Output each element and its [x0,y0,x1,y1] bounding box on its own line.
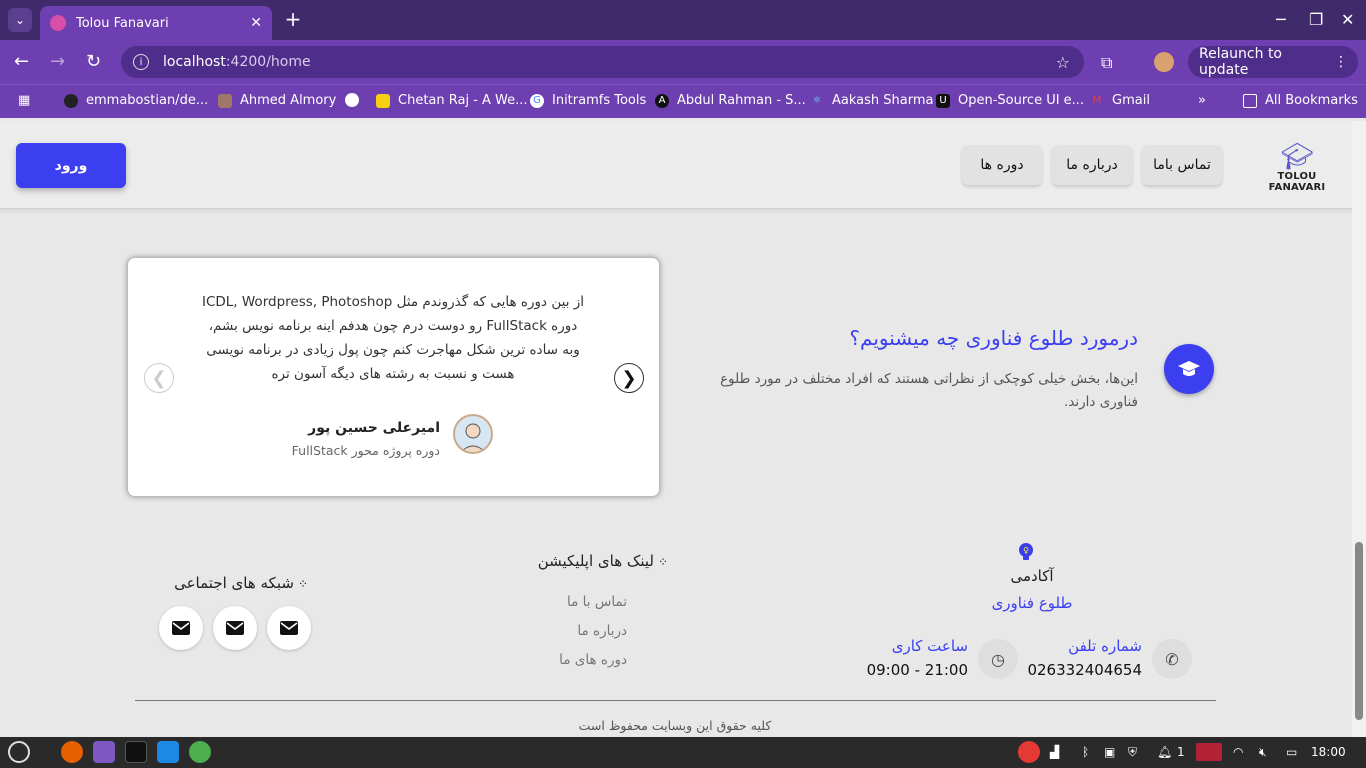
bluetooth-icon[interactable]: ᛒ [1082,745,1089,759]
phone-icon: ✆ [1152,639,1192,679]
email-icon[interactable] [213,606,257,650]
login-button[interactable]: ورود [16,143,126,188]
bookmarks-bar: ▦ emmabostian/de... Ahmed Almory Chetan … [0,84,1366,118]
carousel-next-button[interactable]: ❯ [614,363,644,393]
bookmark-item[interactable] [345,93,367,107]
keyboard-layout-flag-icon[interactable] [1196,743,1222,761]
footer-divider [135,700,1216,701]
site-header: ورود دوره ها درباره ما تماس باما 🎓︎ TOLO… [0,121,1352,209]
bookmark-item[interactable]: G Initramfs Tools [530,93,646,108]
browser-toolbar: ← → ↻ i localhost:4200/home ☆ ⧉ Relaunch… [0,40,1366,84]
testimonial-card: از بین دوره هایی که گذروندم مثل ICDL, Wo… [127,257,660,497]
tab-strip: ⌄ Tolou Fanavari ✕ + ─ ❐ ✕ [0,0,1366,40]
bookmark-item[interactable]: Ahmed Almory [218,93,336,108]
bookmark-item[interactable]: emmabostian/de... [64,93,208,108]
email-icon[interactable] [159,606,203,650]
os-taskbar: ▟ ᛒ ▣ ⛨ 🔔︎ 1 ◠ 🔇︎ ▭ 18:00 [0,737,1366,768]
profile-avatar[interactable] [1154,52,1174,72]
reload-icon[interactable]: ↻ [86,52,101,72]
minimize-icon[interactable]: ─ [1276,10,1286,29]
footer-link-contact[interactable]: تماس با ما [527,594,627,610]
signal-icon[interactable]: ▟ [1050,745,1059,759]
maximize-icon[interactable]: ❐ [1309,10,1323,29]
bookmark-item[interactable]: M Gmail [1090,93,1150,108]
bookmark-item[interactable]: U Open-Source UI e... [936,93,1084,108]
scrollbar-thumb[interactable] [1355,542,1363,720]
close-tab-icon[interactable]: ✕ [250,15,262,31]
back-icon[interactable]: ← [14,52,29,72]
vscode-icon[interactable] [157,741,179,763]
footer-link-courses[interactable]: دوره های ما [527,652,627,668]
academy-label: آکادمی [1010,567,1054,585]
chrome-icon[interactable] [189,741,211,763]
web-page: ورود دوره ها درباره ما تماس باما 🎓︎ TOLO… [0,121,1352,737]
new-tab-button[interactable]: + [282,8,304,30]
nav-about[interactable]: درباره ما [1052,145,1132,185]
email-icon[interactable] [267,606,311,650]
relaunch-button[interactable]: Relaunch to update ⋮ [1188,46,1358,78]
clipboard-icon[interactable]: ▣ [1104,745,1115,759]
carousel-prev-button[interactable]: ❮ [144,363,174,393]
more-bookmarks-icon[interactable]: » [1198,93,1206,108]
clock-icon: ◷ [978,639,1018,679]
notification-icon[interactable]: 🔔︎ [1157,745,1172,759]
menu-dots-icon[interactable]: ⋮ [1334,54,1348,70]
hours-label: ساعت کاری [891,637,968,655]
notification-count: 1 [1177,745,1185,759]
all-bookmarks[interactable]: All Bookmarks [1243,93,1358,108]
address-bar[interactable]: i localhost:4200/home ☆ [121,46,1084,78]
shield-icon[interactable]: ⛨ [1128,745,1137,760]
links-title: ⁘لینک های اپلیکیشن [537,552,668,570]
firefox-icon[interactable] [61,741,83,763]
nav-courses[interactable]: دوره ها [962,145,1042,185]
hours-value: 09:00 - 21:00 [866,661,968,679]
relaunch-label: Relaunch to update [1199,46,1283,78]
mint-menu-icon[interactable] [8,741,30,763]
bookmark-item[interactable]: ⚛ Aakash Sharma [810,93,934,108]
dots-icon: ⁘ [657,555,668,569]
bookmark-item[interactable]: A Abdul Rahman - S... [655,93,806,108]
apps-grid-icon[interactable]: ▦ [18,93,30,108]
phone-value: 026332404654 [1027,661,1142,679]
lightbulb-icon: ♀ [1019,543,1033,560]
clock-text[interactable]: 18:00 [1311,745,1346,759]
url-path: :4200/home [225,54,311,70]
footer-link-about[interactable]: درباره ما [527,623,627,639]
social-title: ⁘شبکه های اجتماعی [174,574,308,592]
terminal-icon[interactable] [125,741,147,763]
testimonial-quote: از بین دوره هایی که گذروندم مثل ICDL, Wo… [201,294,585,382]
graduation-cap-icon: 🎓︎ [1280,142,1314,172]
copyright-text: کلیه حقوق این وبسایت محفوظ است [578,718,772,733]
dots-icon: ⁘ [297,577,308,591]
about-text: این‌ها، بخش خیلی کوچکی از نظراتی هستند ک… [720,371,1138,410]
chrome-tray-icon[interactable] [1018,741,1040,763]
site-info-icon[interactable]: i [133,54,149,70]
bookmark-star-icon[interactable]: ☆ [1056,53,1070,72]
tab-search-button[interactable]: ⌄ [8,8,32,32]
url-host: localhost [163,54,226,70]
graduation-cap-icon [1164,344,1214,394]
forward-icon[interactable]: → [50,52,65,72]
volume-muted-icon[interactable]: 🔇︎ [1259,745,1267,760]
battery-icon[interactable]: ▭ [1286,745,1297,759]
phone-label: شماره تلفن [1068,637,1142,655]
files-icon[interactable] [93,741,115,763]
about-title: درمورد طلوع فناوری چه میشنویم؟ [849,326,1138,350]
tab-title: Tolou Fanavari [76,15,169,31]
person-course: دوره پروژه محور FullStack [291,443,440,458]
person-avatar [453,414,493,454]
logo-text: TOLOU FANAVARI [1268,171,1326,193]
person-name: امیرعلی حسین پور [308,420,440,436]
close-window-icon[interactable]: ✕ [1341,10,1354,29]
nav-contact[interactable]: تماس باما [1142,145,1222,185]
browser-tab[interactable]: Tolou Fanavari ✕ [40,6,272,40]
favicon-icon [50,15,66,31]
extensions-icon[interactable]: ⧉ [1101,53,1112,73]
wifi-icon[interactable]: ◠ [1233,745,1243,759]
bookmark-item[interactable]: Chetan Raj - A We... [376,93,528,108]
svg-text:♀: ♀ [1023,546,1029,555]
academy-name: طلوع فناوری [991,594,1073,612]
site-logo[interactable]: 🎓︎ TOLOU FANAVARI [1252,143,1342,193]
